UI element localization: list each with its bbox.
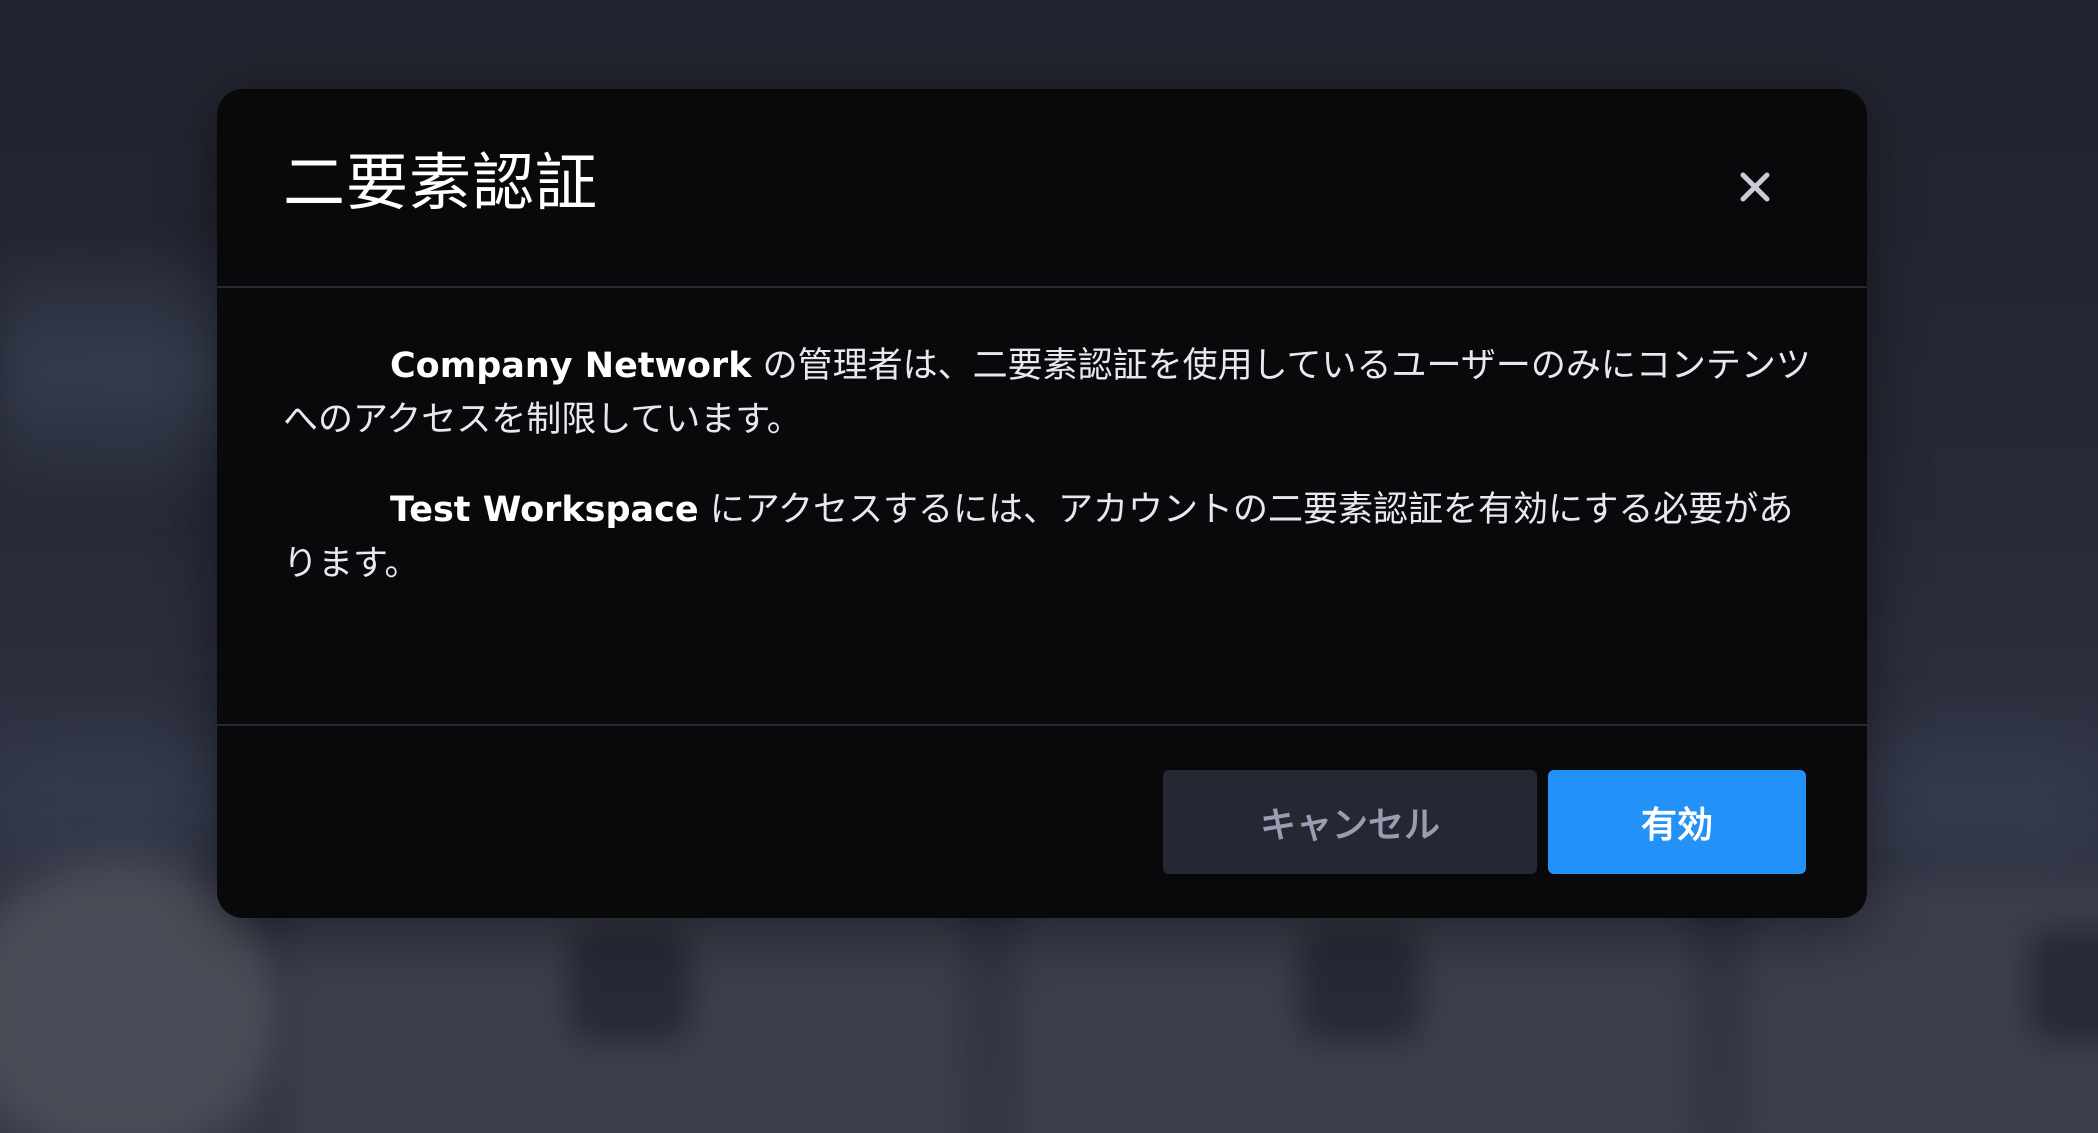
background-card-icon — [2030, 930, 2098, 1040]
restriction-message: Company Network の管理者は、二要素認証を使用しているユーザーのみ… — [283, 339, 1813, 447]
enable-button[interactable]: 有効 — [1548, 770, 1806, 874]
organization-name: Company Network — [390, 346, 752, 386]
background-card-icon — [1300, 930, 1420, 1040]
dialog-body: Company Network の管理者は、二要素認証を使用しているユーザーのみ… — [283, 339, 1813, 627]
close-icon — [1740, 172, 1770, 202]
dialog-header: 二要素認証 — [217, 89, 1867, 288]
dialog-footer: キャンセル 有効 — [217, 724, 1867, 918]
cancel-button[interactable]: キャンセル — [1163, 770, 1537, 874]
requirement-message: Test Workspace にアクセスするには、アカウントの二要素認証を有効に… — [283, 483, 1813, 591]
dialog-title: 二要素認証 — [283, 146, 599, 219]
two-factor-auth-dialog: 二要素認証 Company Network の管理者は、二要素認証を使用している… — [217, 89, 1867, 918]
workspace-name: Test Workspace — [390, 490, 699, 530]
close-button[interactable] — [1727, 159, 1783, 215]
background-card-icon — [570, 930, 690, 1040]
